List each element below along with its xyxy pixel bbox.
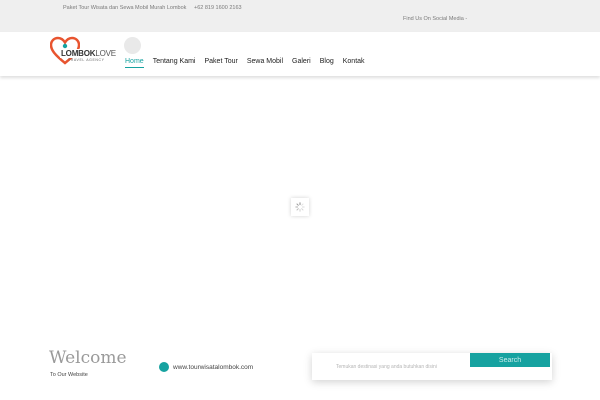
nav-item-paket-tour[interactable]: Paket Tour: [205, 58, 238, 68]
nav-item-tentang-kami[interactable]: Tentang Kami: [153, 58, 196, 68]
avatar: [124, 37, 141, 54]
globe-icon: [159, 362, 169, 372]
social-media-link[interactable]: Find Us On Social Media -: [403, 16, 467, 22]
logo-subtitle: TRAVEL AGENCY: [68, 58, 105, 62]
search-box: Search: [312, 353, 552, 380]
top-bar: Paket Tour Wisata dan Sewa Mobil Murah L…: [0, 0, 600, 32]
nav-item-galeri[interactable]: Galeri: [292, 58, 311, 68]
nav-item-blog[interactable]: Blog: [320, 58, 334, 68]
nav-item-kontak[interactable]: Kontak: [343, 58, 365, 68]
main-nav: Home Tentang Kami Paket Tour Sewa Mobil …: [125, 58, 365, 68]
nav-item-sewa-mobil[interactable]: Sewa Mobil: [247, 58, 283, 68]
search-input[interactable]: [312, 353, 470, 380]
spinner-icon: [295, 202, 305, 212]
site-logo[interactable]: LOMBOKLOVE TRAVEL AGENCY: [50, 36, 117, 66]
loading-spinner: [291, 198, 309, 216]
topbar-tagline: Paket Tour Wisata dan Sewa Mobil Murah L…: [63, 5, 187, 11]
search-button[interactable]: Search: [470, 353, 550, 367]
welcome-heading: Welcome: [49, 348, 127, 368]
logo-brand-text: LOMBOKLOVE: [60, 49, 117, 58]
website-url: www.tourwisatalombok.com: [173, 363, 254, 371]
nav-item-home[interactable]: Home: [125, 58, 144, 68]
welcome-subheading: To Our Website: [50, 372, 88, 378]
website-link[interactable]: www.tourwisatalombok.com: [159, 362, 253, 372]
topbar-phone[interactable]: +62 819 1600 2163: [194, 5, 242, 11]
